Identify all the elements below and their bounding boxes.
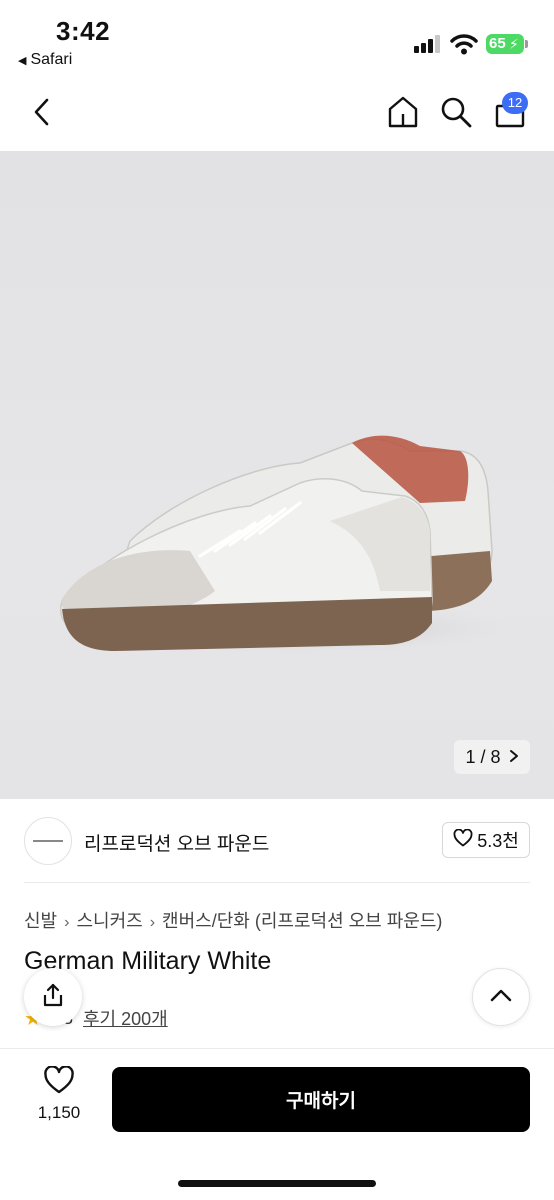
share-icon [40, 982, 66, 1013]
scroll-to-top-button[interactable] [472, 968, 530, 1026]
heart-icon [453, 828, 473, 852]
breadcrumb-item[interactable]: 신발 [24, 911, 57, 931]
review-link[interactable]: 후기 200개 [83, 1005, 168, 1031]
brand-name[interactable]: 리프로덕션 오브 파운드 [84, 829, 269, 856]
wishlist-button[interactable]: 1,150 [24, 1065, 94, 1123]
share-button[interactable] [24, 968, 82, 1026]
top-navigation [0, 80, 554, 146]
back-to-app[interactable]: ◀ Safari [18, 51, 72, 69]
chevron-up-icon [490, 988, 512, 1007]
cart-count-badge: 12 [502, 92, 528, 114]
home-icon[interactable] [385, 94, 421, 130]
gallery-counter-text: 1 / 8 [465, 746, 501, 767]
status-time: 3:42 [56, 16, 111, 46]
breadcrumb-item[interactable]: 캔버스/단화 (리프로덕션 오브 파운드) [162, 911, 442, 931]
breadcrumb-item[interactable]: 스니커즈 [76, 911, 142, 931]
chevron-left-icon[interactable] [24, 94, 60, 130]
divider [0, 1048, 554, 1049]
heart-icon [43, 1065, 75, 1098]
back-app-label: Safari [30, 51, 73, 68]
chevron-right-icon: › [149, 914, 156, 931]
chevron-right-icon: › [64, 914, 70, 931]
brand-like-button[interactable]: 5.3천 [442, 822, 530, 858]
gallery-counter[interactable]: 1 / 8 [454, 740, 530, 774]
wifi-icon [450, 33, 478, 60]
charging-bolt-icon: ⚡ [509, 36, 519, 52]
divider [24, 882, 530, 883]
status-bar: 3:42 ◀ Safari 65 ⚡ [0, 0, 554, 78]
product-image[interactable] [0, 151, 554, 799]
breadcrumb: 신발 › 스니커즈 › 캔버스/단화 (리프로덕션 오브 파운드) [24, 907, 442, 933]
search-icon[interactable] [438, 94, 474, 130]
home-indicator[interactable] [178, 1180, 376, 1187]
brand-like-count: 5.3천 [477, 831, 519, 851]
battery-level: 65 [489, 35, 506, 52]
signal-icon [414, 35, 442, 53]
brand-logo[interactable] [24, 817, 72, 865]
chevron-right-icon [509, 747, 519, 768]
wishlist-count: 1,150 [37, 1103, 81, 1122]
buy-button[interactable]: 구매하기 [112, 1067, 530, 1132]
